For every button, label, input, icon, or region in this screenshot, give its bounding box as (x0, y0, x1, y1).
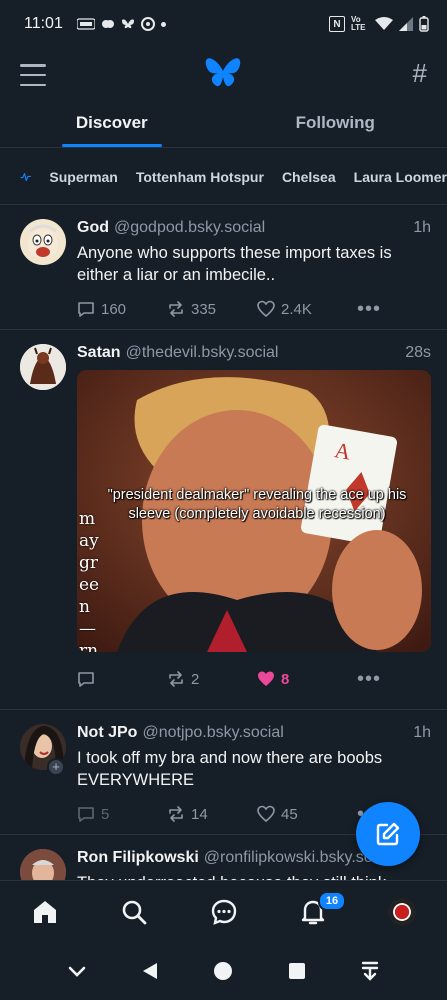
post-author[interactable]: Satan (77, 344, 121, 362)
heart-icon (257, 300, 275, 318)
home-icon (33, 900, 56, 923)
repost-count: 14 (191, 805, 208, 823)
nav-home[interactable] (0, 881, 89, 942)
follow-plus-icon[interactable]: + (47, 758, 65, 776)
repost-icon (169, 301, 183, 317)
like-count: 8 (281, 670, 290, 688)
nfc-icon: N (329, 16, 345, 32)
post-actions: 2 8 ••• (77, 656, 431, 702)
tab-following[interactable]: Following (224, 102, 447, 147)
post-image[interactable]: A "president dealmaker" revealing the ac… (77, 370, 431, 652)
android-nav-bar (0, 942, 447, 1000)
topic-chip[interactable]: Superman (49, 169, 117, 185)
status-time: 11:01 (24, 15, 63, 32)
topic-chip[interactable]: Chelsea (282, 169, 336, 185)
dot-icon (160, 21, 166, 27)
notification-badge: 16 (317, 891, 347, 911)
post-author[interactable]: Not JPo (77, 724, 137, 742)
post[interactable]: God @godpod.bsky.social 1h Anyone who su… (0, 205, 447, 330)
reply-icon (78, 807, 94, 822)
status-system-icons: N Vo LTE (329, 16, 429, 32)
reply-count: 5 (101, 805, 110, 823)
post-text: They underreacted because they still thi… (77, 872, 431, 880)
compose-icon (376, 822, 400, 846)
post-handle[interactable]: @godpod.bsky.social (114, 219, 265, 237)
app-icon (140, 17, 155, 31)
chat-icon (211, 899, 236, 925)
heart-icon (257, 805, 275, 823)
app-header: # (0, 48, 447, 102)
like-button[interactable]: 45 (257, 805, 357, 823)
like-button[interactable]: 8 (257, 670, 357, 688)
wifi-icon (375, 17, 393, 30)
post-time: 28s (405, 344, 431, 361)
signal-icon (399, 17, 413, 31)
butterfly-icon (121, 18, 134, 28)
status-notification-icons (76, 17, 166, 31)
notification-pull-icon[interactable] (355, 956, 385, 986)
reply-icon (78, 302, 94, 317)
repost-count: 335 (191, 300, 217, 318)
reply-button[interactable]: 5 (77, 805, 167, 823)
bottom-nav: 16 (0, 880, 447, 942)
post[interactable]: Satan @thedevil.bsky.social 28s A "presi… (0, 330, 447, 710)
trending-topics: Superman Tottenham Hotspur Chelsea Laura… (0, 149, 447, 205)
repost-button[interactable]: 2 (167, 670, 257, 688)
post-feed: God @godpod.bsky.social 1h Anyone who su… (0, 205, 447, 880)
post-handle[interactable]: @thedevil.bsky.social (126, 344, 279, 362)
volte-icon: Vo LTE (351, 15, 366, 32)
hamburger-menu-icon[interactable] (20, 64, 46, 86)
search-icon (122, 900, 147, 924)
nav-notifications[interactable]: 16 (268, 881, 357, 942)
reply-icon (78, 672, 94, 687)
nav-search[interactable] (89, 881, 178, 942)
post-text: Anyone who supports these import taxes i… (77, 244, 392, 284)
recents-icon[interactable] (282, 956, 312, 986)
post-time: 1h (413, 724, 431, 741)
avatar[interactable] (20, 344, 66, 390)
like-count: 2.4K (281, 300, 312, 318)
compose-post-button[interactable] (356, 802, 420, 866)
repost-button[interactable]: 335 (167, 300, 257, 318)
back-icon[interactable] (135, 956, 165, 986)
avatar[interactable] (20, 849, 66, 880)
post-author[interactable]: God (77, 219, 109, 237)
trending-icon (20, 172, 31, 181)
profile-avatar (388, 897, 417, 926)
repost-icon (169, 806, 183, 822)
repost-button[interactable]: 14 (167, 805, 257, 823)
battery-icon (419, 16, 429, 32)
collapse-chevron-icon[interactable] (62, 956, 92, 986)
tab-discover[interactable]: Discover (0, 102, 224, 147)
status-bar: 11:01 N Vo LTE (0, 0, 447, 48)
post-actions: 160 335 2.4K ••• (77, 286, 431, 332)
more-options-icon[interactable]: ••• (357, 668, 381, 691)
post-time: 1h (413, 219, 431, 236)
like-count: 45 (281, 805, 298, 823)
repost-icon (169, 671, 183, 687)
reply-count: 160 (101, 300, 127, 318)
feed-tabs: Discover Following (0, 102, 447, 148)
image-caption: "president dealmaker" revealing the ace … (107, 487, 407, 522)
post-handle[interactable]: @notjpo.bsky.social (142, 724, 283, 742)
reply-button[interactable] (77, 670, 167, 688)
temu-icon (76, 18, 95, 30)
repost-count: 2 (191, 670, 200, 688)
post-author[interactable]: Ron Filipkowski (77, 849, 199, 867)
reply-button[interactable]: 160 (77, 300, 167, 318)
like-button[interactable]: 2.4K (257, 300, 357, 318)
brain-icon (101, 20, 114, 28)
hash-icon[interactable]: # (413, 58, 427, 89)
avatar[interactable] (20, 219, 66, 265)
home-circle-icon[interactable] (208, 956, 238, 986)
heart-filled-icon (258, 671, 274, 686)
nav-profile[interactable] (358, 881, 447, 942)
topic-chip[interactable]: Tottenham Hotspur (136, 169, 264, 185)
bluesky-butterfly-logo (205, 58, 241, 87)
nav-chat[interactable] (179, 881, 268, 942)
more-options-icon[interactable]: ••• (357, 298, 381, 321)
image-side-text: may green — rn it ne and (79, 509, 100, 652)
post-text: I took off my bra and now there are boob… (77, 749, 383, 789)
topic-chip[interactable]: Laura Loomer (354, 169, 447, 185)
